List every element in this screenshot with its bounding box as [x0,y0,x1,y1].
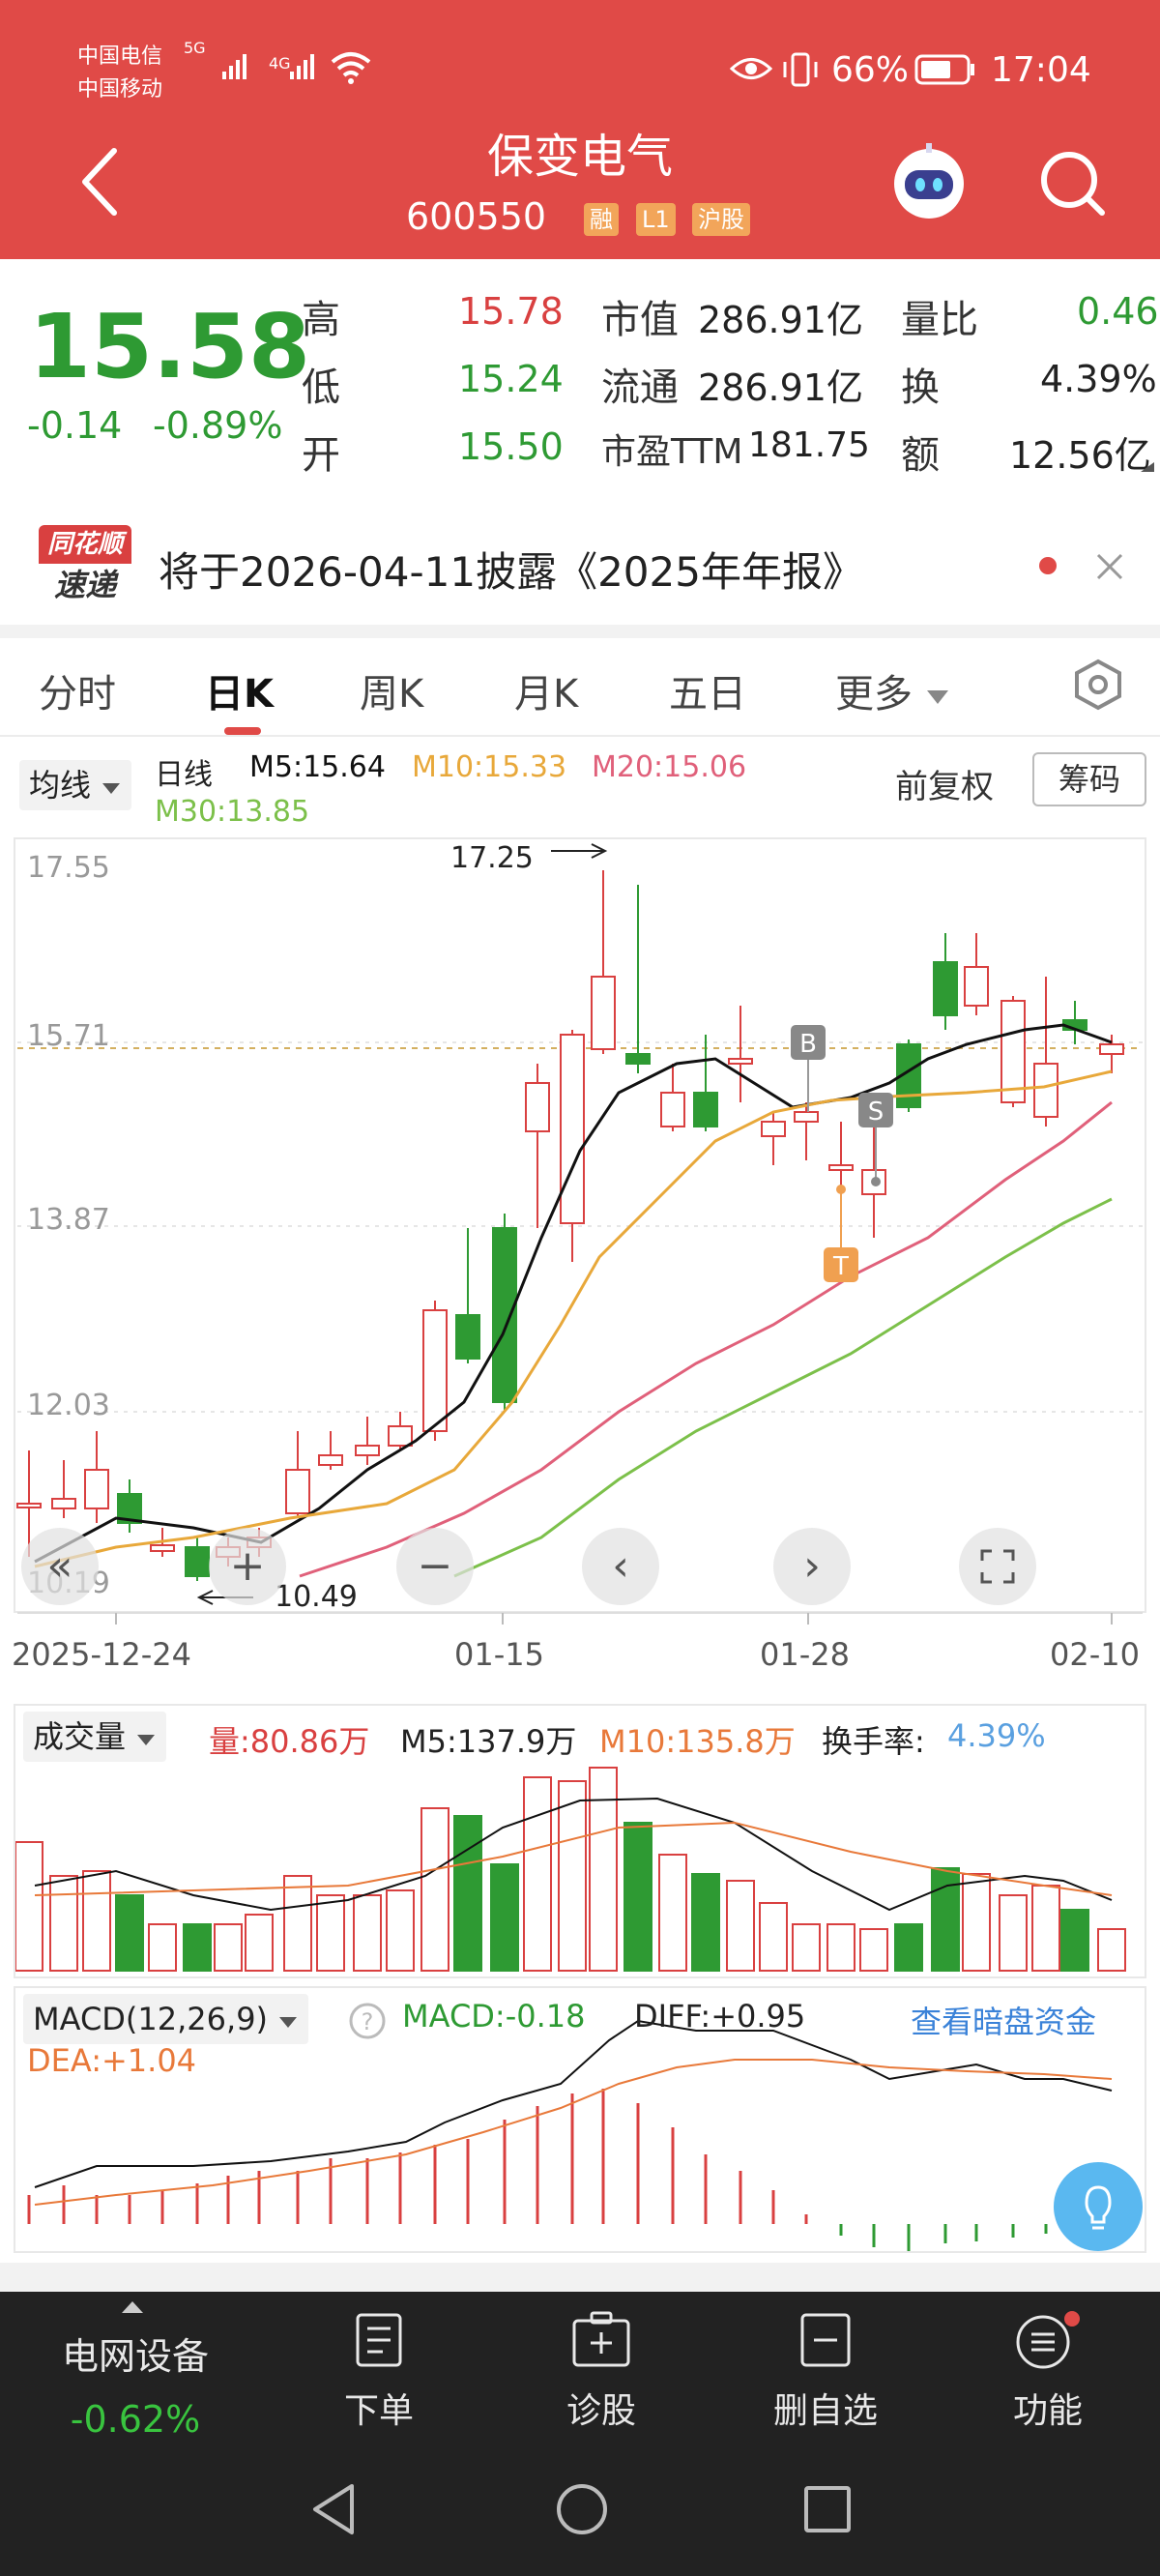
candle-body [455,1314,480,1360]
date-label-2: 01-15 [454,1636,544,1673]
lightbulb-button[interactable] [1052,2160,1145,2253]
candle-body [285,1469,310,1514]
date-label-start: 2025-12-24 [12,1636,191,1673]
menu-circle-icon [1016,2311,1080,2369]
volume-m5: M5:137.9万 [400,1723,577,1760]
sell-marker: S [868,1098,884,1127]
fullscreen-button[interactable] [959,1528,1036,1605]
turnover-value: 4.39% [947,1717,1046,1754]
volume-m10: M10:135.8万 [599,1723,796,1760]
system-recents-icon[interactable] [800,2480,855,2538]
zoom-out-button[interactable]: − [396,1528,474,1605]
triangle-up-icon [122,2301,143,2313]
scroll-left-fast-button[interactable]: « [21,1528,99,1605]
low-annotation: 10.49 [275,1580,358,1614]
y-axis-label-4: 12.03 [27,1389,110,1422]
candle-body [933,961,958,1016]
bottom-divider [0,2263,1160,2292]
candle-body [1000,1000,1026,1103]
ma20-line [299,1100,1113,1578]
candle-body [355,1445,380,1456]
diagnose-icon [572,2311,630,2367]
macd-value: MACD:-0.18 [402,1998,586,2034]
svg-text:?: ? [362,2008,374,2035]
nav-diagnose-label: 诊股 [566,2391,636,2431]
sector-name[interactable]: 电网设备 [0,2327,271,2380]
nav-order-label: 下单 [343,2391,414,2431]
high-annotation: 17.25 [450,841,534,875]
y-axis-label-2: 15.71 [27,1019,110,1053]
fullscreen-icon [980,1549,1015,1584]
ma30-line [453,1197,1113,1578]
triangle-down-icon [279,2017,298,2028]
sector-change: -0.62% [70,2398,201,2441]
candle-body [492,1227,517,1403]
t-marker-dot [836,1185,846,1194]
nav-remove-watchlist[interactable]: 删自选 [748,2311,903,2433]
help-icon[interactable]: ? [348,2002,387,2040]
volume-selector[interactable]: 成交量 [23,1712,167,1762]
candle-body [16,1503,42,1508]
candle-body [964,966,989,1007]
date-label-3: 01-28 [760,1636,850,1673]
candle-body [761,1121,786,1137]
volume-selector-label: 成交量 [33,1718,127,1755]
candle-body [728,1058,753,1065]
volume-value: 量:80.86万 [209,1723,370,1760]
candle-body [794,1111,819,1123]
buy-marker: B [799,1030,817,1059]
nav-order[interactable]: 下单 [302,2311,456,2433]
macd-selector-label: MACD(12,26,9) [33,2001,269,2037]
candle-body [84,1469,109,1509]
candle-body [828,1164,854,1171]
turnover-label: 换手率: [822,1723,925,1760]
candle-body [1099,1043,1124,1055]
nav-functions[interactable]: 功能 [971,2311,1125,2433]
t-marker: T [832,1252,849,1281]
system-back-icon[interactable] [307,2480,362,2538]
candle-body [591,976,616,1050]
remove-square-icon [800,2313,851,2367]
candle-body [185,1546,210,1577]
candle-body [525,1082,550,1132]
candle-body [388,1425,413,1447]
triangle-down-icon [137,1735,156,1745]
candle-body [625,1053,651,1065]
scroll-right-button[interactable]: › [773,1528,851,1605]
nav-functions-label: 功能 [1012,2391,1083,2431]
candle-body [660,1092,685,1127]
candle-body [422,1309,448,1432]
dark-pool-link[interactable]: 查看暗盘资金 [911,1998,1096,2042]
zoom-in-button[interactable]: + [209,1528,286,1605]
y-axis-label-top: 17.55 [27,851,110,885]
system-home-icon[interactable] [553,2480,611,2538]
macd-dea: DEA:+1.04 [27,2042,197,2079]
macd-diff: DIFF:+0.95 [634,1998,806,2034]
nav-remove-watchlist-label: 删自选 [772,2391,878,2431]
order-form-icon [356,2313,402,2367]
s-marker-dot [871,1177,881,1186]
candle-body [51,1498,76,1509]
date-label-end: 02-10 [1050,1636,1140,1673]
candle-body [150,1544,175,1552]
candle-body [693,1092,718,1127]
scroll-left-button[interactable]: ‹ [582,1528,659,1605]
nav-diagnose[interactable]: 诊股 [524,2311,679,2433]
candle-body [318,1454,343,1466]
candle-body [1033,1063,1058,1118]
macd-selector[interactable]: MACD(12,26,9) [23,1994,309,2044]
y-axis-label-3: 13.87 [27,1203,110,1237]
candle-body [560,1034,585,1224]
